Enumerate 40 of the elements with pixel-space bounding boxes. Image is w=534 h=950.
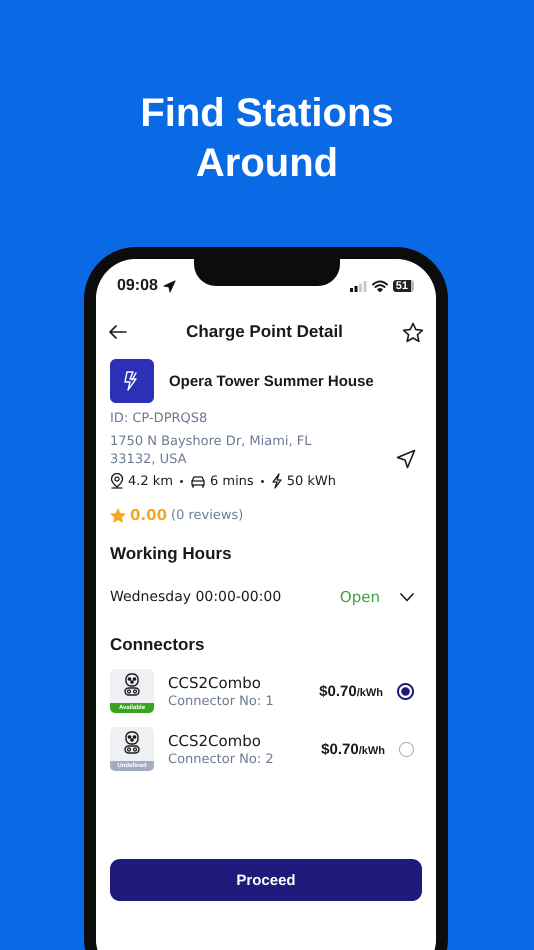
headline: Find Stations Around — [139, 90, 395, 187]
battery-indicator: 51 — [392, 280, 414, 292]
rating-value: 0.00 — [130, 506, 168, 524]
plug-socket-icon — [123, 731, 141, 755]
connector-number: Connector No: 2 — [168, 752, 275, 766]
chevron-down-icon[interactable] — [400, 592, 414, 602]
back-arrow-icon[interactable] — [109, 325, 127, 339]
star-icon[interactable] — [402, 322, 424, 342]
connector-name: CCS2Combo — [168, 674, 262, 692]
power: 50 kWh — [286, 474, 336, 488]
connector-number: Connector No: 1 — [168, 694, 275, 708]
navigation-icon[interactable] — [396, 449, 416, 469]
connector-price: $0.70/kWh — [319, 682, 383, 700]
screen-title: Charge Point Detail — [186, 322, 343, 342]
connector-price: $0.70/kWh — [321, 740, 385, 758]
duration: 6 mins — [210, 474, 254, 488]
plug-socket-icon — [123, 673, 141, 697]
connector-name: CCS2Combo — [168, 732, 262, 750]
lightning-icon — [270, 473, 283, 489]
proceed-button[interactable]: Proceed — [110, 859, 422, 901]
separator-dot — [180, 480, 183, 482]
radio-button[interactable] — [399, 742, 414, 756]
location-arrow-icon — [162, 280, 176, 292]
wifi-icon — [372, 280, 388, 292]
section-title: Working Hours — [110, 544, 233, 564]
distance: 4.2 km — [128, 474, 173, 488]
radio-button[interactable] — [397, 682, 414, 700]
working-hours: Wednesday 00:00-00:00 — [110, 589, 282, 605]
car-icon — [190, 474, 206, 488]
open-status: Open — [340, 588, 380, 606]
section-title: Connectors — [110, 635, 206, 655]
star-icon — [110, 508, 126, 522]
signal-icon — [350, 280, 367, 292]
separator-dot — [260, 480, 264, 482]
review-count: (0 reviews) — [171, 508, 244, 522]
location-pin-icon — [110, 473, 124, 489]
status-time: 09:08 — [117, 277, 158, 295]
station-id: ID: CP-DPRQS8 — [110, 411, 208, 426]
station-address: 1750 N Bayshore Dr, Miami, FL 33132, USA — [110, 433, 312, 469]
station-name: Opera Tower Summer House — [169, 372, 374, 390]
